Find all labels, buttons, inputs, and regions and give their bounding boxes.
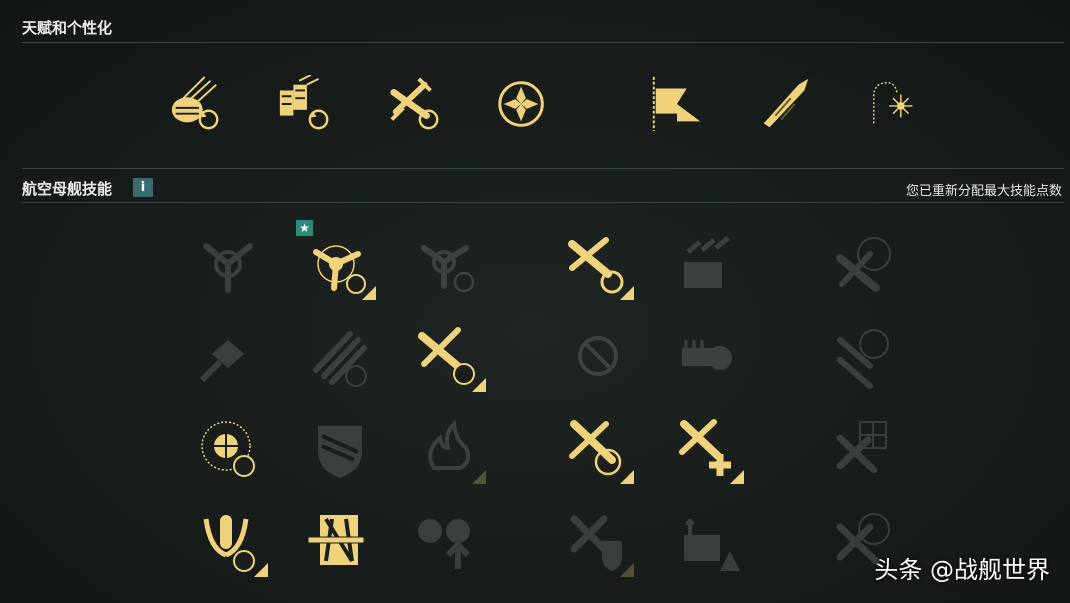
crosshair-timer-icon[interactable] [196, 412, 268, 484]
ammo-upgrade-icon[interactable] [414, 505, 486, 577]
aircraft-crosshair-icon[interactable] [562, 412, 634, 484]
flag-icon[interactable] [648, 75, 706, 133]
torpedo-reload-icon[interactable] [276, 75, 334, 133]
ship-guns-icon[interactable] [672, 320, 744, 392]
upgrade-corner-icon [472, 470, 486, 484]
upgrade-corner-icon [620, 470, 634, 484]
selected-star-icon: ★ [296, 220, 313, 236]
skill-points-status: 您已重新分配最大技能点数 [905, 184, 1062, 199]
upgrade-corner-icon [254, 563, 268, 577]
cross-emblem-icon[interactable] [494, 75, 552, 133]
info-button[interactable]: i [133, 178, 153, 197]
propeller-icon[interactable] [196, 228, 268, 300]
bomb-wings-icon[interactable] [196, 505, 268, 577]
propeller-reload-icon[interactable] [414, 228, 486, 300]
carrier-warning-icon[interactable] [672, 505, 744, 577]
talents-section-title: 天赋和个性化 [22, 19, 113, 37]
upgrade-corner-icon [620, 286, 634, 300]
fireworks-icon[interactable] [866, 75, 924, 133]
aircraft-diamond-icon[interactable] [196, 320, 268, 392]
aircraft-speed-icon[interactable] [414, 320, 486, 392]
upgrade-corner-icon [362, 286, 376, 300]
armor-torpedo-icon[interactable] [304, 505, 376, 577]
aircraft-reload-icon[interactable] [562, 228, 634, 300]
skills-divider [22, 202, 1064, 203]
aircraft-reload-icon[interactable] [386, 75, 444, 133]
camouflage-icon[interactable] [756, 75, 814, 133]
skills-section-title: 航空母舰技能 [22, 180, 113, 198]
carrier-aircraft-icon[interactable] [672, 228, 744, 300]
watermark: 头条 @战舰世界 [874, 556, 1050, 584]
upgrade-corner-icon [620, 563, 634, 577]
skills-top-divider [22, 168, 1064, 169]
aircraft-shield-icon[interactable] [562, 505, 634, 577]
talents-divider [22, 42, 1064, 43]
shield-icon[interactable] [304, 412, 376, 484]
ap-shells-reload-icon[interactable] [166, 75, 224, 133]
aircraft-target-double-icon[interactable] [830, 320, 902, 392]
fire-icon[interactable] [414, 412, 486, 484]
talents-row [0, 75, 1070, 137]
rockets-speed-icon[interactable] [304, 320, 376, 392]
aircraft-grid-icon[interactable] [830, 412, 902, 484]
aircraft-heal-icon[interactable] [672, 412, 744, 484]
upgrade-corner-icon [472, 378, 486, 392]
propeller-speed-icon[interactable]: ★ [296, 220, 376, 300]
aircraft-target-icon[interactable] [830, 228, 902, 300]
upgrade-corner-icon [730, 470, 744, 484]
no-entry-icon[interactable] [562, 320, 634, 392]
